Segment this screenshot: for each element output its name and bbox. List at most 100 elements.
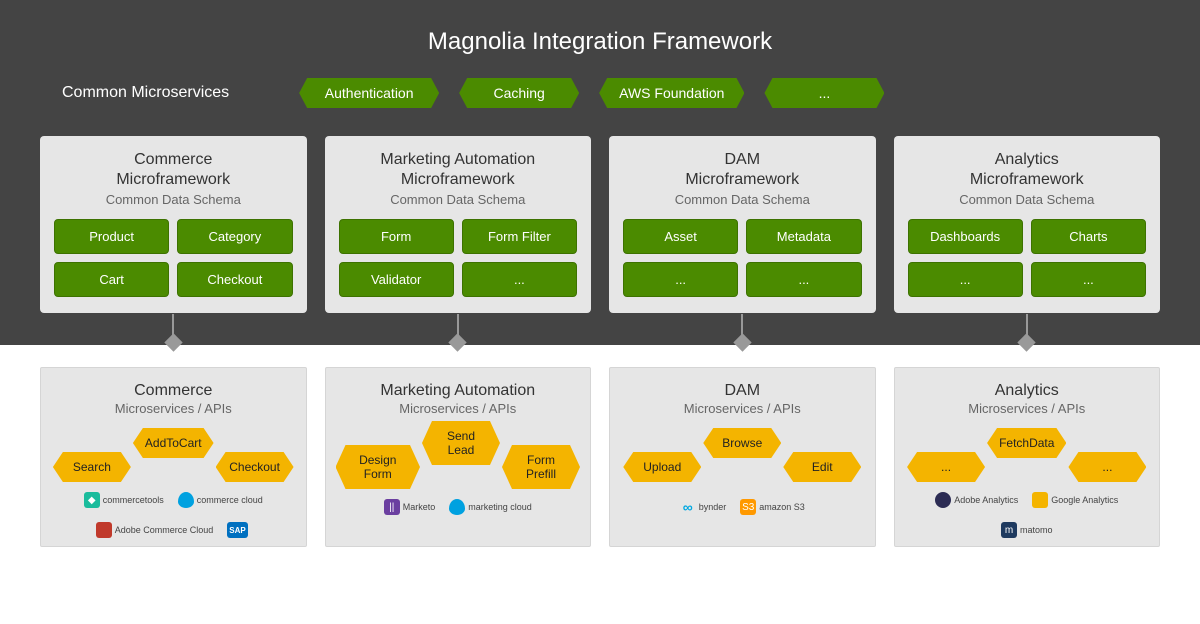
vendor-logo: marketing cloud <box>449 499 532 515</box>
api-card: CommerceMicroservices / APIs SearchAddToC… <box>40 367 307 547</box>
api-hex-row: SearchAddToCartCheckout <box>51 426 296 484</box>
schema-chip-grid: DashboardsCharts...... <box>908 219 1147 297</box>
microservice-authentication: Authentication <box>299 78 439 108</box>
microservice-caching: Caching <box>459 78 579 108</box>
api-subtitle: Microservices / APIs <box>905 401 1150 416</box>
vendor-logo: mmatomo <box>1001 522 1053 538</box>
api-card: AnalyticsMicroservices / APIs...FetchDat… <box>894 367 1161 547</box>
microframework-card: DAMMicroframework Common Data Schema Asset… <box>609 136 876 313</box>
vendor-logo-label: bynder <box>699 502 727 512</box>
schema-chip: Asset <box>623 219 738 254</box>
microservice-more: ... <box>764 78 884 108</box>
schema-chip: Metadata <box>746 219 861 254</box>
vendor-logo-label: amazon S3 <box>759 502 805 512</box>
google-analytics-icon <box>1032 492 1048 508</box>
schema-chip: ... <box>623 262 738 297</box>
vendor-logo: ∞bynder <box>680 499 727 515</box>
sap-icon: SAP <box>227 522 247 538</box>
vendor-logo: commerce cloud <box>178 492 263 508</box>
api-subtitle: Microservices / APIs <box>51 401 296 416</box>
api-hex: Upload <box>623 452 701 482</box>
marketo-icon: || <box>384 499 400 515</box>
microframeworks-row: CommerceMicroframework Common Data Schema… <box>40 136 1160 313</box>
schema-chip: Charts <box>1031 219 1146 254</box>
api-hex: Checkout <box>216 452 294 482</box>
schema-chip: Validator <box>339 262 454 297</box>
vendor-logo: ||Marketo <box>384 499 436 515</box>
vendor-logo-label: Google Analytics <box>1051 495 1118 505</box>
schema-chip: ... <box>908 262 1023 297</box>
schema-chip: ... <box>746 262 861 297</box>
microframework-subtitle: Common Data Schema <box>339 192 578 207</box>
vendor-logo: Adobe Analytics <box>935 492 1018 508</box>
upper-panel: Magnolia Integration Framework Common Mi… <box>0 0 1200 345</box>
vendor-logo: SAP <box>227 522 250 538</box>
microservices-label: Common Microservices <box>62 84 229 102</box>
api-hex: ... <box>907 452 985 482</box>
api-title: Analytics <box>905 382 1150 400</box>
microframework-card: Marketing AutomationMicroframework Common… <box>325 136 592 313</box>
api-card: DAMMicroservices / APIsUploadBrowseEdit∞… <box>609 367 876 547</box>
schema-chip: Form Filter <box>462 219 577 254</box>
api-hex: Search <box>53 452 131 482</box>
api-title: Marketing Automation <box>336 382 581 400</box>
api-card: Marketing AutomationMicroservices / APIs… <box>325 367 592 547</box>
commercetools-icon: ◆ <box>84 492 100 508</box>
vendor-logo-row: ∞bynder S3amazon S3 <box>620 492 865 522</box>
common-microservices-row: Common Microservices Authentication Cach… <box>40 78 1160 108</box>
vendor-logo: S3amazon S3 <box>740 499 805 515</box>
api-subtitle: Microservices / APIs <box>336 401 581 416</box>
api-hex: Edit <box>783 452 861 482</box>
bynder-icon: ∞ <box>680 499 696 515</box>
api-hex: ... <box>1068 452 1146 482</box>
vendor-logo-label: commercetools <box>103 495 164 505</box>
adobe-commerce-cloud-icon <box>96 522 112 538</box>
microframework-subtitle: Common Data Schema <box>54 192 293 207</box>
apis-row: CommerceMicroservices / APIsSearchAddToC… <box>40 345 1160 547</box>
microframework-title: CommerceMicroframework <box>54 150 293 190</box>
amazon-s3-icon: S3 <box>740 499 756 515</box>
vendor-logo-label: marketing cloud <box>468 502 532 512</box>
schema-chip: Dashboards <box>908 219 1023 254</box>
vendor-logo-row: ||Marketo marketing cloud <box>336 492 581 522</box>
marketing-cloud-icon <box>449 499 465 515</box>
matomo-icon: m <box>1001 522 1017 538</box>
microframework-title: Marketing AutomationMicroframework <box>339 150 578 190</box>
schema-chip: Form <box>339 219 454 254</box>
schema-chip: ... <box>1031 262 1146 297</box>
microframework-card: AnalyticsMicroframework Common Data Schem… <box>894 136 1161 313</box>
schema-chip-grid: FormForm FilterValidator... <box>339 219 578 297</box>
microframework-subtitle: Common Data Schema <box>908 192 1147 207</box>
microframework-title: DAMMicroframework <box>623 150 862 190</box>
vendor-logo: Google Analytics <box>1032 492 1118 508</box>
api-hex: AddToCart <box>133 428 214 458</box>
api-hex: FetchData <box>987 428 1066 458</box>
lower-panel: CommerceMicroservices / APIsSearchAddToC… <box>0 345 1200 547</box>
commerce-cloud-icon <box>178 492 194 508</box>
vendor-logo-label: Adobe Analytics <box>954 495 1018 505</box>
schema-chip-grid: ProductCategoryCartCheckout <box>54 219 293 297</box>
schema-chip: Product <box>54 219 169 254</box>
schema-chip-grid: AssetMetadata...... <box>623 219 862 297</box>
api-subtitle: Microservices / APIs <box>620 401 865 416</box>
vendor-logo-label: matomo <box>1020 525 1053 535</box>
api-hex-row: Design FormSend LeadForm Prefill <box>336 426 581 484</box>
vendor-logo-row: ◆commercetools commerce cloud Adobe Commer… <box>51 492 296 538</box>
diagram-title: Magnolia Integration Framework <box>40 28 1160 56</box>
vendor-logo-label: Adobe Commerce Cloud <box>115 525 214 535</box>
api-title: Commerce <box>51 382 296 400</box>
vendor-logo-label: Marketo <box>403 502 436 512</box>
api-hex: Design Form <box>336 445 420 489</box>
microframework-title: AnalyticsMicroframework <box>908 150 1147 190</box>
microservice-aws-foundation: AWS Foundation <box>599 78 744 108</box>
vendor-logo-label: commerce cloud <box>197 495 263 505</box>
schema-chip: Checkout <box>177 262 292 297</box>
microframework-subtitle: Common Data Schema <box>623 192 862 207</box>
schema-chip: ... <box>462 262 577 297</box>
api-hex-row: ...FetchData... <box>905 426 1150 484</box>
schema-chip: Cart <box>54 262 169 297</box>
vendor-logo-row: Adobe Analytics Google Analytics mmatomo <box>905 492 1150 538</box>
schema-chip: Category <box>177 219 292 254</box>
vendor-logo: ◆commercetools <box>84 492 164 508</box>
api-hex: Browse <box>703 428 781 458</box>
